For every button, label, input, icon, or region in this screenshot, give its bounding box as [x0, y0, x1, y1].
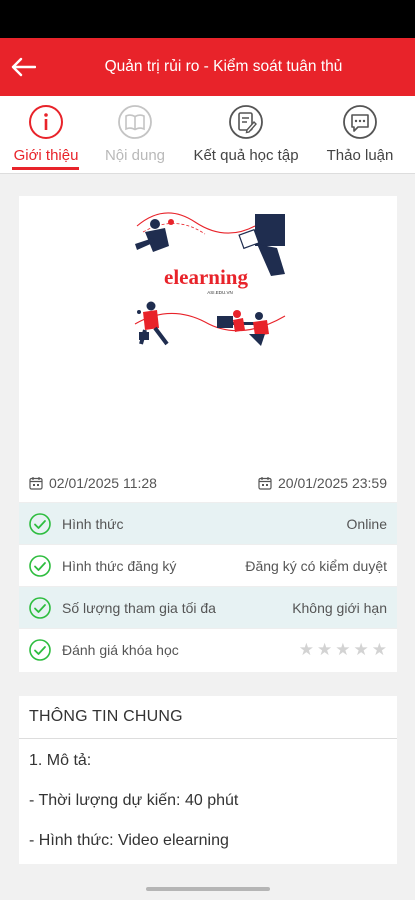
svg-text:elearning: elearning [164, 265, 248, 289]
tab-intro-label: Giới thiệu [13, 147, 79, 164]
status-bar [0, 0, 415, 38]
info-label: Hình thức [62, 515, 124, 532]
chat-icon [343, 105, 377, 139]
back-button[interactable] [8, 52, 38, 82]
description-line: - Hình thức: Video elearning [29, 832, 229, 849]
svg-text:ASI.EDU.VN: ASI.EDU.VN [207, 290, 233, 295]
tab-results-label: Kết quả học tập [193, 147, 299, 164]
info-value: Online [346, 515, 387, 532]
date-range: 02/01/2025 11:28 20/01/2025 23:59 [19, 464, 397, 502]
home-indicator[interactable] [146, 887, 270, 891]
star-rating[interactable]: ★ ★ ★ ★ ★ [299, 641, 387, 658]
active-tab-indicator [12, 167, 79, 170]
tab-content-label: Nội dung [104, 147, 166, 164]
check-circle-icon [29, 596, 51, 619]
arrow-left-icon [11, 57, 36, 77]
book-icon [118, 105, 152, 139]
end-date-text: 20/01/2025 23:59 [278, 475, 387, 491]
page-title: Quản trị rủi ro - Kiểm soát tuân thủ [104, 58, 343, 75]
tab-discussion[interactable]: Thảo luận [322, 96, 398, 174]
star-icon[interactable]: ★ [299, 641, 314, 658]
result-icon [229, 105, 263, 139]
start-date-text: 02/01/2025 11:28 [49, 475, 157, 491]
tab-results[interactable]: Kết quả học tập [188, 96, 304, 174]
elearning-banner-image: elearning ASI.EDU.VN [134, 212, 286, 346]
info-icon [29, 105, 63, 139]
app-header: Quản trị rủi ro - Kiểm soát tuân thủ [0, 38, 415, 96]
description-line: 1. Mô tả: [29, 752, 92, 769]
tab-content[interactable]: Nội dung [100, 96, 170, 174]
calendar-icon [29, 477, 43, 490]
start-date: 02/01/2025 11:28 [29, 475, 157, 491]
info-row-rating: Đánh giá khóa học ★ ★ ★ ★ ★ [19, 628, 397, 670]
general-info-card: THÔNG TIN CHUNG 1. Mô tả: - Thời lượng d… [19, 696, 397, 864]
star-icon[interactable]: ★ [354, 641, 369, 658]
info-value: Không giới hạn [292, 599, 387, 616]
check-circle-icon [29, 638, 51, 661]
description-line: - Thời lượng dự kiến: 40 phút [29, 792, 239, 809]
section-title: THÔNG TIN CHUNG [19, 696, 397, 739]
tab-bar: Giới thiệu Nội dung Kết quả học tập Thảo… [0, 96, 415, 174]
star-icon[interactable]: ★ [317, 641, 332, 658]
star-icon[interactable]: ★ [372, 641, 387, 658]
tab-intro[interactable]: Giới thiệu [10, 96, 82, 174]
info-label: Hình thức đăng ký [62, 557, 177, 574]
check-circle-icon [29, 512, 51, 535]
info-row-registration: Hình thức đăng ký Đăng ký có kiểm duyệt [19, 544, 397, 586]
info-label: Số lượng tham gia tối đa [62, 599, 216, 616]
course-summary-card: elearning ASI.EDU.VN 02/01/2025 11:28 20… [19, 196, 397, 672]
star-icon[interactable]: ★ [335, 641, 350, 658]
info-label: Đánh giá khóa học [62, 641, 179, 658]
end-date: 20/01/2025 23:59 [258, 475, 387, 491]
info-row-format: Hình thức Online [19, 502, 397, 544]
info-value: Đăng ký có kiểm duyệt [245, 557, 387, 574]
check-circle-icon [29, 554, 51, 577]
info-row-max-participants: Số lượng tham gia tối đa Không giới hạn [19, 586, 397, 628]
tab-discussion-label: Thảo luận [326, 147, 394, 164]
calendar-icon [258, 477, 272, 490]
